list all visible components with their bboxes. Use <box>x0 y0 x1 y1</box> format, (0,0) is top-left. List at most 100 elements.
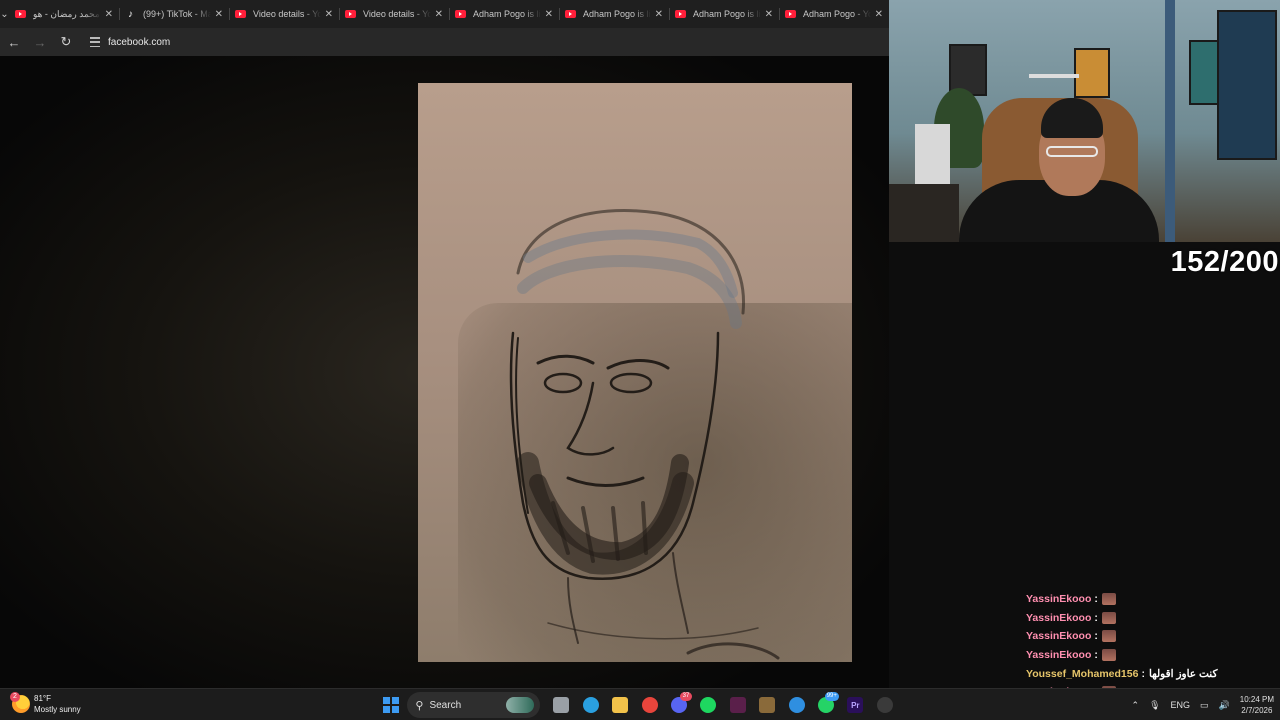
taskbar-search[interactable]: ⚲ Search <box>407 692 541 718</box>
network-icon[interactable]: ▭ <box>1200 700 1209 711</box>
tab-search-button[interactable]: ⌄ <box>0 0 9 28</box>
clock-time: 10:24 PM <box>1239 695 1274 704</box>
file-explorer-icon <box>612 697 629 713</box>
weather-widget[interactable]: 2 81°F Mostly sunny <box>10 692 81 715</box>
tab-close-icon[interactable]: ✕ <box>545 9 553 20</box>
tiktok-icon: ♪ <box>128 8 133 20</box>
chat-message: YassinEkooo: <box>1026 627 1266 646</box>
photos-taskbar-button[interactable] <box>784 692 810 718</box>
tab-strip: ⌄ محمد رمضان - هو ✕ ♪ (99+) TikTok - Ma ✕ Vid… <box>0 0 889 28</box>
browser-window: ⌄ محمد رمضان - هو ✕ ♪ (99+) TikTok - Ma ✕ Vid… <box>0 0 889 688</box>
chrome-icon <box>641 697 658 713</box>
notepad-taskbar-button[interactable] <box>754 692 780 718</box>
chat-message: Youssef_Mohamed156: كنت عاوز اقولها <box>1026 664 1266 683</box>
progress-counter: 152/200 <box>1170 246 1279 278</box>
taskbar: 2 81°F Mostly sunny ⚲ Search 37 99+ Pr ⌃ 🎙… <box>0 688 1280 720</box>
search-icon: ⚲ <box>415 699 424 712</box>
clock-date: 2/7/2026 <box>1241 706 1273 715</box>
chat-emote-icon <box>1101 630 1116 643</box>
back-button[interactable]: ← <box>2 30 26 54</box>
tab-close-icon[interactable]: ✕ <box>655 9 663 20</box>
webcam-feed <box>889 0 1280 242</box>
tab-close-icon[interactable]: ✕ <box>435 9 443 20</box>
youtube-icon <box>785 10 796 18</box>
forward-button[interactable]: → <box>28 30 52 54</box>
volume-icon[interactable]: 🔊 <box>1219 700 1230 711</box>
weather-temp: 81°F <box>34 694 51 703</box>
chevron-up-icon[interactable]: ⌃ <box>1132 700 1140 711</box>
task-view-icon <box>553 697 570 713</box>
tab-close-icon[interactable]: ✕ <box>875 9 883 20</box>
browser-tab[interactable]: Adham Pogo is li ✕ <box>559 0 669 28</box>
start-button[interactable] <box>378 692 404 718</box>
screen: ⌄ محمد رمضان - هو ✕ ♪ (99+) TikTok - Ma ✕ Vid… <box>0 0 1280 720</box>
youtube-icon <box>565 10 576 18</box>
taskbar-apps: ⚲ Search 37 99+ Pr <box>378 692 901 718</box>
capcut-taskbar-button[interactable] <box>725 692 751 718</box>
browser-tab[interactable]: Adham Pogo is li ✕ <box>669 0 779 28</box>
tab-title: Adham Pogo is li <box>473 9 541 19</box>
microphone-icon[interactable]: 🎙 <box>1149 700 1160 711</box>
spotify-icon <box>700 697 717 713</box>
tab-title: (99+) TikTok - Ma <box>143 9 211 19</box>
youtube-icon <box>345 10 356 18</box>
youtube-icon <box>455 10 466 18</box>
pencil-portrait-sketch <box>509 209 780 660</box>
system-tray: ⌃ 🎙 ENG ▭ 🔊 10:24 PM 2/7/2026 <box>1122 689 1274 720</box>
premiere-pro-taskbar-button[interactable]: Pr <box>842 692 868 718</box>
site-info-icon[interactable] <box>90 37 100 47</box>
tab-close-icon[interactable]: ✕ <box>105 9 113 20</box>
notification-badge: 37 <box>679 692 692 701</box>
whatsapp-taskbar-button[interactable]: 99+ <box>813 692 839 718</box>
file-explorer-taskbar-button[interactable] <box>607 692 633 718</box>
browser-tab[interactable]: Adham Pogo - Yo ✕ <box>779 0 889 28</box>
chat-emote-icon <box>1101 649 1116 662</box>
arrow-left-icon: ← <box>7 34 21 50</box>
chat-separator: : <box>1094 630 1098 643</box>
weather-badge: 2 <box>10 692 20 702</box>
reload-button[interactable]: ↻ <box>54 30 78 54</box>
tab-title: Adham Pogo - Yo <box>803 9 871 19</box>
chat-username: YassinEkooo <box>1026 611 1092 624</box>
chat-username: Youssef_Mohamed156 <box>1026 667 1139 680</box>
obs-taskbar-button[interactable] <box>872 692 898 718</box>
browser-tab[interactable]: ♪ (99+) TikTok - Ma ✕ <box>119 0 229 28</box>
obs-icon <box>876 697 893 713</box>
chat-message: YassinEkooo: <box>1026 590 1266 609</box>
task-view-taskbar-button[interactable] <box>548 692 574 718</box>
photo-viewer <box>0 56 889 688</box>
windows-logo-icon <box>383 697 399 713</box>
edge-icon <box>582 697 599 713</box>
address-bar[interactable]: facebook.com <box>82 31 178 53</box>
language-indicator[interactable]: ENG <box>1171 700 1191 710</box>
chat-separator: : <box>1094 649 1098 662</box>
chat-text: كنت عاوز اقولها <box>1148 667 1218 680</box>
tab-title: Video details - Yo <box>363 9 431 19</box>
discord-taskbar-button[interactable]: 37 <box>666 692 692 718</box>
edge-taskbar-button[interactable] <box>578 692 604 718</box>
chat-message: YassinEkooo: <box>1026 646 1266 665</box>
tab-title: محمد رمضان - هو <box>33 8 100 19</box>
tab-close-icon[interactable]: ✕ <box>325 9 333 20</box>
browser-tab[interactable]: Video details - Yo ✕ <box>229 0 339 28</box>
chat-emote-icon <box>1101 611 1116 624</box>
tab-close-icon[interactable]: ✕ <box>215 9 223 20</box>
tab-title: Adham Pogo is li <box>583 9 651 19</box>
youtube-icon <box>235 10 246 18</box>
sketch-photo <box>418 83 852 662</box>
notepad-icon <box>759 697 776 713</box>
chat-separator: : <box>1094 611 1098 624</box>
address-text: facebook.com <box>108 36 171 48</box>
browser-tab[interactable]: Adham Pogo is li ✕ <box>449 0 559 28</box>
browser-tab[interactable]: محمد رمضان - هو ✕ <box>9 0 119 28</box>
search-label: Search <box>429 699 462 711</box>
capcut-icon <box>729 697 746 713</box>
search-highlight-icon <box>506 697 535 713</box>
clock[interactable]: 10:24 PM 2/7/2026 <box>1240 694 1274 716</box>
chat-username: YassinEkooo <box>1026 630 1092 643</box>
browser-tab[interactable]: Video details - Yo ✕ <box>339 0 449 28</box>
reload-icon: ↻ <box>60 34 72 49</box>
chrome-taskbar-button[interactable] <box>637 692 663 718</box>
tab-close-icon[interactable]: ✕ <box>765 9 773 20</box>
spotify-taskbar-button[interactable] <box>695 692 721 718</box>
